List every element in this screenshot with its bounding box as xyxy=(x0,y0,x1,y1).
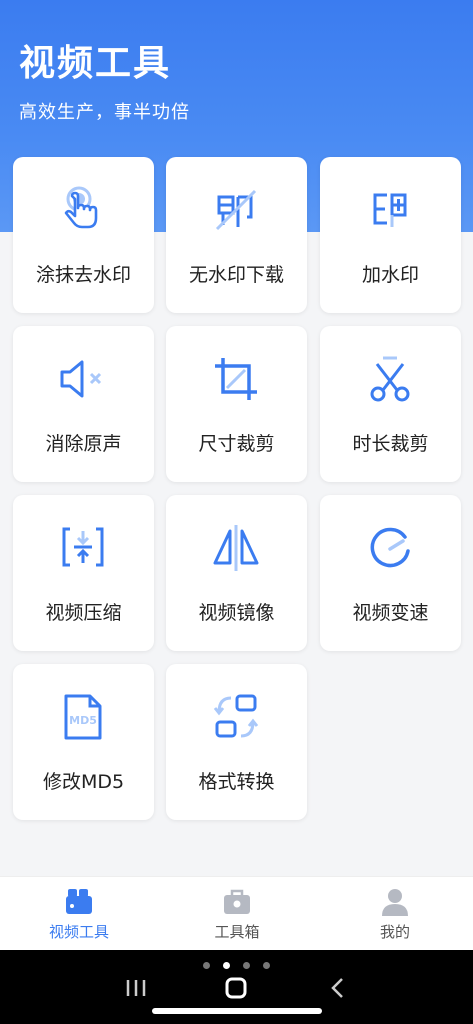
speed-gauge-icon xyxy=(370,527,410,568)
tool-label: 时长裁剪 xyxy=(352,433,429,455)
tool-label: 视频变速 xyxy=(352,602,429,624)
tool-card-remove-audio[interactable]: 消除原声 xyxy=(13,326,154,482)
home-icon[interactable] xyxy=(218,970,254,1006)
md5-file-icon: MD5 xyxy=(64,694,102,740)
system-nav-bar xyxy=(0,950,473,1024)
bottom-tab-bar: 视频工具 工具箱 我的 xyxy=(0,876,473,950)
video-camera-icon xyxy=(66,889,92,914)
back-icon[interactable] xyxy=(320,970,356,1006)
add-watermark-icon xyxy=(373,193,407,227)
tab-label: 工具箱 xyxy=(214,923,260,941)
tool-label: 消除原声 xyxy=(45,433,122,455)
mute-speaker-icon xyxy=(60,360,102,398)
page-subtitle: 高效生产，事半功倍 xyxy=(19,102,190,123)
tool-card-modify-md5[interactable]: MD5 修改MD5 xyxy=(13,664,154,820)
tab-video-tools[interactable]: 视频工具 xyxy=(0,877,158,951)
scissors-icon xyxy=(370,356,410,402)
page-title: 视频工具 xyxy=(19,43,172,84)
no-watermark-icon xyxy=(215,189,257,231)
tool-card-size-crop[interactable]: 尺寸裁剪 xyxy=(166,326,307,482)
user-icon xyxy=(382,889,408,916)
page-dot xyxy=(243,962,250,969)
tab-mine[interactable]: 我的 xyxy=(316,877,473,951)
mirror-icon xyxy=(213,525,259,571)
tool-card-remove-watermark[interactable]: 涂抹去水印 xyxy=(13,157,154,313)
tool-card-video-speed[interactable]: 视频变速 xyxy=(320,495,461,651)
tool-label: 视频压缩 xyxy=(45,602,122,624)
tool-label: 无水印下载 xyxy=(188,264,284,286)
compress-icon xyxy=(62,527,104,567)
recent-apps-icon[interactable] xyxy=(118,970,154,1006)
tool-label: 修改MD5 xyxy=(42,771,125,793)
tool-label: 视频镜像 xyxy=(198,602,275,624)
tool-card-no-watermark-download[interactable]: 无水印下载 xyxy=(166,157,307,313)
tool-label: 涂抹去水印 xyxy=(35,264,131,286)
page-indicator xyxy=(203,962,273,970)
tool-card-video-mirror[interactable]: 视频镜像 xyxy=(166,495,307,651)
tab-label: 视频工具 xyxy=(48,923,109,941)
tab-label: 我的 xyxy=(379,923,410,941)
tool-label: 尺寸裁剪 xyxy=(198,433,275,455)
page-dot-active xyxy=(223,962,230,969)
toolbox-icon xyxy=(224,889,250,914)
page-dot xyxy=(263,962,270,969)
crop-icon xyxy=(215,358,257,400)
tool-card-duration-trim[interactable]: 时长裁剪 xyxy=(320,326,461,482)
tool-card-format-convert[interactable]: 格式转换 xyxy=(166,664,307,820)
tool-card-video-compress[interactable]: 视频压缩 xyxy=(13,495,154,651)
home-gesture-bar[interactable] xyxy=(152,1008,322,1014)
tool-label: 格式转换 xyxy=(198,771,275,793)
tap-hand-icon xyxy=(64,186,98,229)
tab-toolbox[interactable]: 工具箱 xyxy=(158,877,316,951)
tool-label: 加水印 xyxy=(361,264,419,286)
convert-format-icon xyxy=(213,694,259,738)
svg-text:MD5: MD5 xyxy=(69,714,97,727)
tool-card-add-watermark[interactable]: 加水印 xyxy=(320,157,461,313)
page-dot xyxy=(203,962,210,969)
